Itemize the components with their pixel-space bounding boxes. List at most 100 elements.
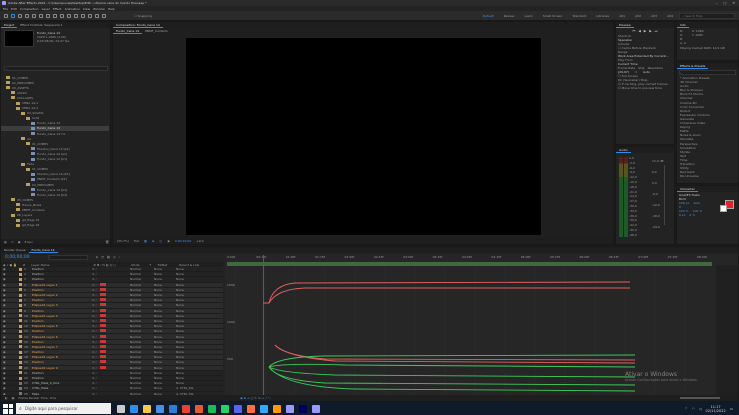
layer-parent-dropdown[interactable]: None xyxy=(176,381,184,385)
label-color-swatch[interactable] xyxy=(19,324,22,328)
roto-brush-icon[interactable] xyxy=(95,13,99,18)
layer-parent-dropdown[interactable]: None xyxy=(176,340,184,344)
layer-parent-dropdown[interactable]: None xyxy=(176,360,184,364)
visibility-icon[interactable]: ◉ xyxy=(3,329,7,333)
layer-mode-dropdown[interactable]: Normal xyxy=(130,366,152,370)
magnification-dropdown[interactable]: (35,7%) xyxy=(117,239,129,243)
layer-parent-dropdown[interactable]: None xyxy=(176,319,184,323)
layer-switches[interactable]: ⚙ / xyxy=(92,313,128,318)
layer-parent-dropdown[interactable]: None xyxy=(176,283,184,287)
layer-trkmat-dropdown[interactable]: None xyxy=(154,293,174,297)
layer-name[interactable]: Position xyxy=(32,340,90,344)
effect-indicator[interactable] xyxy=(99,308,106,312)
workspace-review[interactable]: Review xyxy=(504,14,515,18)
leading-value[interactable]: Auto xyxy=(693,201,700,205)
effect-indicator[interactable] xyxy=(99,324,106,328)
layer-parent-dropdown[interactable]: None xyxy=(176,314,184,318)
notifications-icon[interactable]: ▭ xyxy=(730,407,733,411)
layer-switches[interactable]: ⚙ / xyxy=(92,376,128,380)
store-icon[interactable] xyxy=(156,404,164,413)
layer-switches[interactable]: ⚙ / xyxy=(92,365,128,370)
menu-layer[interactable]: Layer xyxy=(42,7,50,11)
layer-parent-dropdown[interactable]: None xyxy=(176,309,184,313)
layer-name[interactable]: Position xyxy=(32,319,90,323)
layer-mode-dropdown[interactable]: Normal xyxy=(130,371,152,375)
layer-name[interactable]: Position xyxy=(32,288,90,292)
graph-editor-icon[interactable]: ⌁ xyxy=(119,255,121,259)
graph-curve[interactable] xyxy=(268,363,636,368)
resolution-dropdown[interactable]: Auto xyxy=(643,70,650,74)
label-color-swatch[interactable] xyxy=(19,314,22,318)
label-color-swatch[interactable] xyxy=(19,355,22,359)
layer-trkmat-dropdown[interactable]: None xyxy=(154,371,174,375)
mail-icon[interactable] xyxy=(169,404,177,413)
layer-switches[interactable]: ⚙ / xyxy=(92,334,128,339)
layer-switches[interactable]: ⚙ / xyxy=(92,350,128,354)
brush-tool-icon[interactable] xyxy=(74,13,78,18)
layer-switches[interactable]: ⚙ / xyxy=(92,324,128,328)
tab-timeline-comp[interactable]: Fundo_Cena 14 xyxy=(28,248,58,253)
layer-name[interactable]: Ellipse01 Layer 1 xyxy=(32,283,90,287)
layer-trkmat-dropdown[interactable]: None xyxy=(154,288,174,292)
maximize-icon[interactable]: □ xyxy=(723,1,726,5)
prev-frame-icon[interactable]: ◀ xyxy=(638,29,640,33)
label-color-swatch[interactable] xyxy=(19,381,22,385)
layer-mode-dropdown[interactable]: Normal xyxy=(130,386,152,390)
visibility-icon[interactable]: ◉ xyxy=(3,371,7,375)
camera-tool-icon[interactable] xyxy=(39,13,43,18)
visibility-icon[interactable]: ◉ xyxy=(3,283,7,287)
label-color-swatch[interactable] xyxy=(19,366,22,370)
menu-composition[interactable]: Composition xyxy=(20,7,39,11)
layer-name[interactable]: Position xyxy=(32,350,90,354)
layer-switches[interactable]: ⚙ / xyxy=(92,344,128,349)
layer-parent-dropdown[interactable]: None xyxy=(176,303,184,307)
draft-3d-icon[interactable]: ◈ xyxy=(96,255,98,259)
layer-switches[interactable]: ⚙ / xyxy=(92,381,128,385)
layer-name[interactable]: Ellipse01 Layer 5 xyxy=(32,324,90,328)
workspace-alt1[interactable]: Alt1 xyxy=(619,14,625,18)
tray-chevron-icon[interactable]: ⌃ xyxy=(685,407,688,411)
layer-trkmat-dropdown[interactable]: None xyxy=(154,355,174,359)
layer-switches[interactable]: ⚙ / xyxy=(92,386,128,390)
label-color-swatch[interactable] xyxy=(19,360,22,364)
bit-depth[interactable]: 8 bpc xyxy=(25,240,33,244)
preview-tab[interactable]: Preview xyxy=(616,23,634,28)
label-color-swatch[interactable] xyxy=(19,303,22,307)
effect-indicator[interactable] xyxy=(99,303,106,307)
visibility-icon[interactable]: ◉ xyxy=(3,376,7,380)
layer-switches[interactable]: ⚙ / xyxy=(92,277,128,281)
effects-search[interactable]: ⌕ xyxy=(679,70,736,75)
layer-switches[interactable]: ⚙ / xyxy=(92,267,128,271)
start-icon[interactable] xyxy=(3,403,13,414)
graph-curve[interactable] xyxy=(268,366,636,392)
layer-parent-dropdown[interactable]: None xyxy=(176,267,184,271)
clone-stamp-icon[interactable] xyxy=(81,13,85,18)
layer-parent-dropdown[interactable]: None xyxy=(176,272,184,276)
info-tab[interactable]: Info xyxy=(677,23,689,28)
shy-icon[interactable]: ◔ xyxy=(101,255,104,259)
visibility-icon[interactable]: ◉ xyxy=(3,340,7,344)
layer-name[interactable]: Position xyxy=(32,329,90,333)
photoshop-icon[interactable] xyxy=(260,404,268,413)
layer-name[interactable]: CTRL_Mala xyxy=(32,386,90,390)
project-tree-item[interactable]: jpt_flags 02 xyxy=(1,223,109,228)
label-color-swatch[interactable] xyxy=(19,350,22,354)
hand-tool-icon[interactable] xyxy=(18,13,22,18)
layer-mode-dropdown[interactable]: Normal xyxy=(130,345,152,349)
layer-name[interactable]: Position xyxy=(32,298,90,302)
layer-mode-dropdown[interactable]: Normal xyxy=(130,277,152,281)
layer-mode-dropdown[interactable]: Normal xyxy=(130,314,152,318)
layer-parent-dropdown[interactable]: None xyxy=(176,366,184,370)
layer-switches[interactable]: ⚙ / xyxy=(92,339,128,344)
layer-name[interactable]: Position xyxy=(32,360,90,364)
layer-trkmat-dropdown[interactable]: None xyxy=(154,277,174,281)
layer-mode-dropdown[interactable]: Normal xyxy=(130,309,152,313)
character-tab[interactable]: Character xyxy=(677,187,698,192)
stroke-color-swatch[interactable] xyxy=(720,205,727,212)
layer-mode-dropdown[interactable]: Normal xyxy=(130,283,152,287)
network-icon[interactable]: ◠ xyxy=(692,407,695,411)
visibility-icon[interactable]: ◉ xyxy=(3,267,7,271)
visibility-icon[interactable]: ◉ xyxy=(3,298,7,302)
workspace-alt4[interactable]: Alt4 xyxy=(667,14,673,18)
graph-curve[interactable] xyxy=(274,344,636,361)
